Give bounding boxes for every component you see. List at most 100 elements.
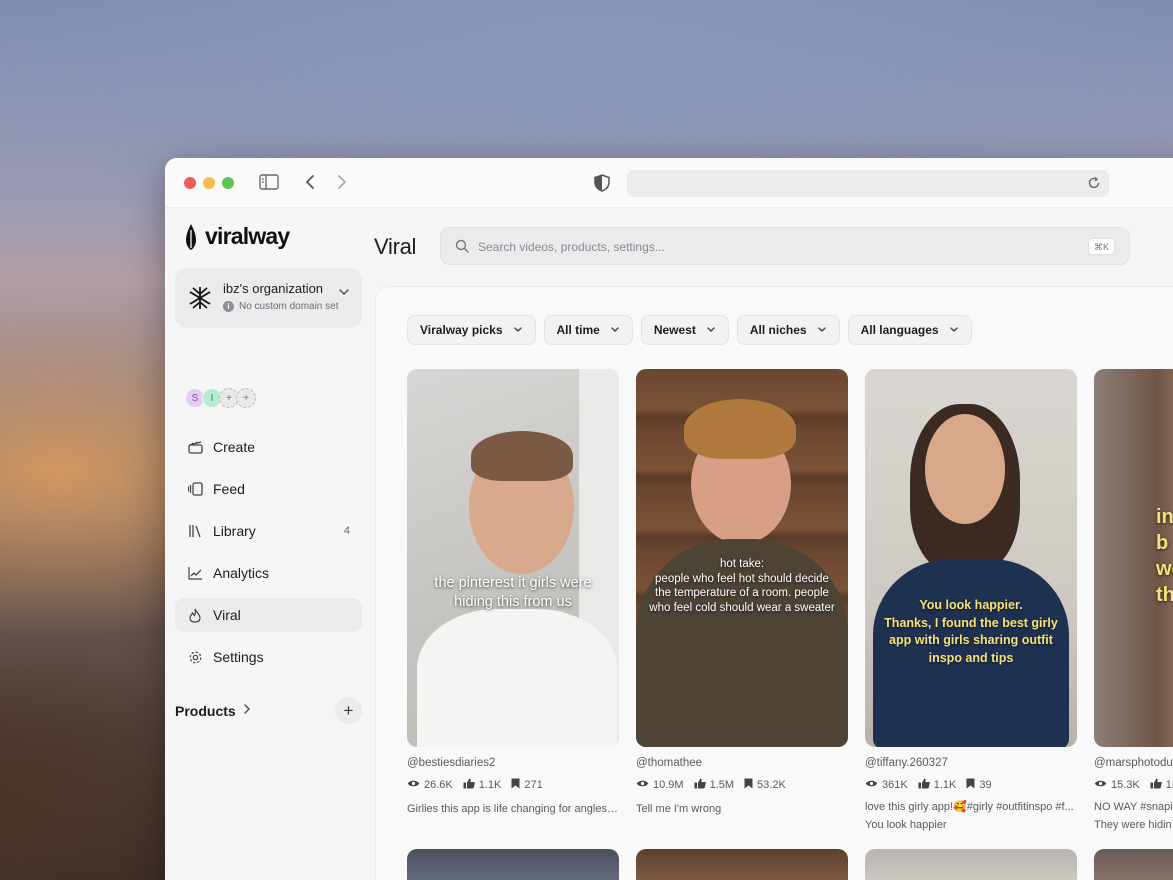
video-stats: 10.9M 1.5M 53.2K — [636, 778, 848, 792]
browser-titlebar — [165, 158, 1173, 208]
filter-time-dropdown[interactable]: All time — [543, 315, 633, 345]
sidebar-nav: Create Feed Library 4 Analytics Viral Se… — [175, 430, 362, 682]
saves-count: 39 — [979, 779, 992, 791]
saves-count: 53.2K — [757, 779, 786, 791]
sidebar-item-feed[interactable]: Feed — [175, 472, 362, 506]
back-arrow-icon[interactable] — [303, 173, 317, 196]
invite-member-button[interactable]: + — [236, 388, 256, 408]
video-thumbnail[interactable] — [407, 849, 619, 880]
analytics-icon — [187, 565, 203, 581]
video-thumbnail[interactable] — [865, 849, 1077, 880]
creator-handle[interactable]: @bestiesdiaries2 — [407, 757, 619, 769]
video-thumbnail[interactable]: hot take: people who feel hot should dec… — [636, 369, 848, 747]
creator-handle[interactable]: @tiffany.260327 — [865, 757, 1077, 769]
video-overlay-text: the pinterest it girls were hiding this … — [434, 575, 592, 610]
forward-arrow-icon[interactable] — [335, 173, 349, 196]
privacy-shield-icon[interactable] — [593, 173, 611, 198]
sidebar-item-viral[interactable]: Viral — [175, 598, 362, 632]
reload-icon[interactable] — [1087, 176, 1101, 195]
member-avatars: S I + + — [185, 388, 256, 408]
video-card[interactable]: ins b we this @marsphotodur 15.3K 1K NO … — [1094, 369, 1173, 834]
chevron-down-icon — [610, 323, 620, 337]
eye-icon — [636, 779, 649, 791]
products-section: Products + — [175, 696, 362, 726]
sidebar-item-settings[interactable]: Settings — [175, 640, 362, 674]
video-thumbnail[interactable] — [636, 849, 848, 880]
likes-count: 1.1K — [478, 779, 502, 791]
add-product-button[interactable]: + — [335, 697, 362, 724]
views-count: 10.9M — [653, 779, 684, 791]
video-overlay-text: ins b we this — [1156, 506, 1173, 606]
browser-window: viralway ibz's organization i No custom … — [165, 158, 1173, 880]
video-thumbnail[interactable]: ins b we this — [1094, 369, 1173, 747]
views-count: 15.3K — [1111, 779, 1140, 791]
filter-niche-dropdown[interactable]: All niches — [736, 315, 840, 345]
saves-count: 271 — [524, 779, 543, 791]
filter-source-dropdown[interactable]: Viralway picks — [407, 315, 536, 345]
views-count: 361K — [882, 779, 908, 791]
video-thumbnail[interactable]: the pinterest it girls were hiding this … — [407, 369, 619, 747]
creator-handle[interactable]: @marsphotodur — [1094, 757, 1173, 769]
filter-label: Newest — [653, 323, 696, 337]
video-overlay-text: hot take: people who feel hot should dec… — [649, 558, 835, 614]
eye-icon — [407, 779, 420, 791]
content-panel: Viralway picks All time Newest All niche… — [375, 286, 1173, 880]
filter-label: All time — [556, 323, 600, 337]
window-controls — [184, 177, 234, 189]
products-label[interactable]: Products — [175, 703, 236, 719]
video-overlay-text: You look happier. Thanks, I found the be… — [884, 598, 1058, 665]
viralway-logo-icon — [186, 223, 196, 250]
video-card[interactable]: hot take: people who feel hot should dec… — [636, 369, 848, 818]
sidebar-item-label: Feed — [213, 481, 245, 497]
sidebar: viralway ibz's organization i No custom … — [165, 208, 373, 880]
views-count: 26.6K — [424, 779, 453, 791]
org-domain-status: i No custom domain set — [223, 301, 339, 312]
filter-language-dropdown[interactable]: All languages — [847, 315, 972, 345]
video-thumbnail[interactable]: You look happier. Thanks, I found the be… — [865, 369, 1077, 747]
sidebar-item-label: Settings — [213, 649, 264, 665]
search-icon — [455, 239, 469, 258]
video-caption: love this girly app!🥰#girly #outfitinspo… — [865, 801, 1074, 813]
sidebar-item-label: Analytics — [213, 565, 270, 581]
sidebar-item-label: Viral — [213, 607, 241, 623]
chevron-down-icon — [513, 323, 523, 337]
video-caption: Girlies this app is life changing for an… — [407, 803, 619, 815]
eye-icon — [1094, 779, 1107, 791]
sidebar-item-analytics[interactable]: Analytics — [175, 556, 362, 590]
chevron-down-icon — [706, 323, 716, 337]
search-bar[interactable]: ⌘K — [440, 227, 1130, 265]
video-card[interactable]: the pinterest it girls were hiding this … — [407, 369, 619, 818]
likes-count: 1.5M — [709, 779, 735, 791]
video-stats: 361K 1.1K 39 — [865, 778, 1077, 792]
bookmark-icon — [744, 778, 753, 792]
close-window-button[interactable] — [184, 177, 196, 189]
search-input[interactable] — [478, 237, 1038, 257]
filter-label: Viralway picks — [420, 323, 503, 337]
filter-sort-dropdown[interactable]: Newest — [640, 315, 729, 345]
page-title: Viral — [374, 234, 417, 259]
sidebar-item-label: Library — [213, 523, 256, 539]
filter-label: All niches — [749, 323, 807, 337]
likes-count: 1K — [1165, 779, 1173, 791]
sidebar-toggle-icon[interactable] — [259, 173, 279, 196]
thumbs-up-icon — [463, 778, 475, 792]
org-name: ibz's organization — [223, 281, 324, 296]
brand-name: viralway — [205, 223, 290, 249]
shortcut-hint: ⌘K — [1087, 238, 1115, 255]
creator-handle[interactable]: @thomathee — [636, 757, 848, 769]
org-domain-label: No custom domain set — [239, 301, 339, 312]
chevron-right-icon[interactable] — [242, 702, 252, 720]
minimize-window-button[interactable] — [203, 177, 215, 189]
brand-logo[interactable]: viralway — [185, 223, 290, 250]
video-card[interactable]: You look happier. Thanks, I found the be… — [865, 369, 1077, 834]
address-bar[interactable] — [627, 170, 1109, 197]
feed-icon — [187, 481, 203, 497]
maximize-window-button[interactable] — [222, 177, 234, 189]
bookmark-icon — [966, 778, 975, 792]
org-switcher[interactable]: ibz's organization i No custom domain se… — [175, 268, 362, 328]
video-caption-secondary: You look happier — [865, 819, 947, 831]
video-thumbnail[interactable] — [1094, 849, 1173, 880]
video-caption: NO WAY #snapi — [1094, 801, 1173, 813]
sidebar-item-create[interactable]: Create — [175, 430, 362, 464]
sidebar-item-library[interactable]: Library 4 — [175, 514, 362, 548]
